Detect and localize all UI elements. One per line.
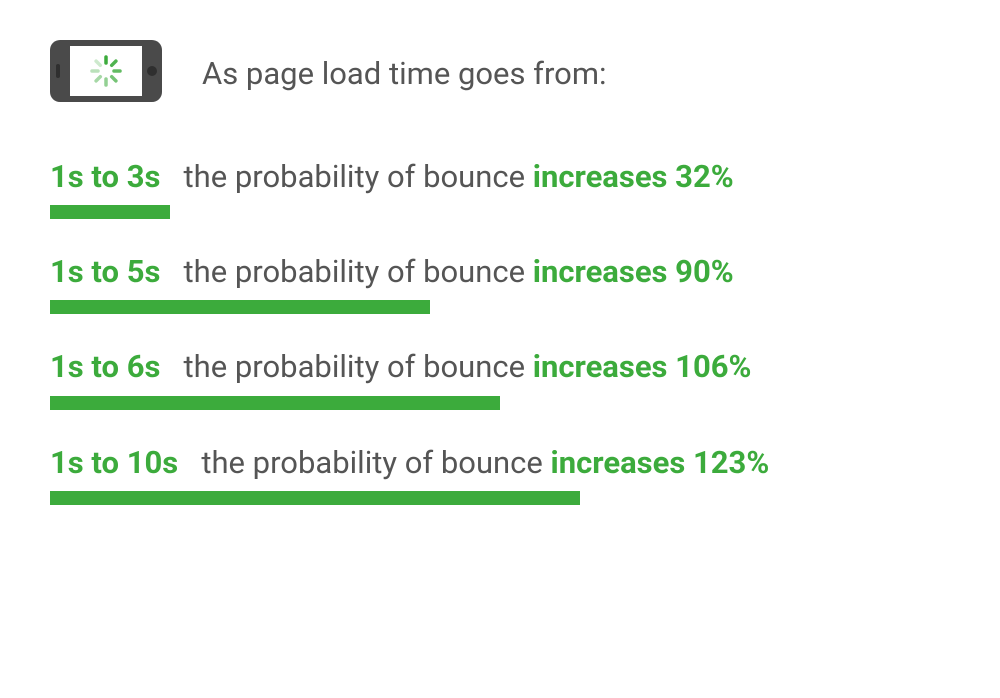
- chart-row: 1s to 3s the probability of bounce incre…: [50, 158, 950, 219]
- row-label: 1s to 3s the probability of bounce incre…: [50, 158, 950, 195]
- chart-bar: [50, 491, 580, 505]
- row-middle-text: the probability of bounce: [184, 253, 526, 290]
- row-increase: increases 32%: [533, 158, 734, 195]
- row-label: 1s to 6s the probability of bounce incre…: [50, 348, 950, 385]
- chart-rows: 1s to 3s the probability of bounce incre…: [50, 158, 950, 505]
- time-range: 1s to 10s: [50, 444, 178, 481]
- row-label: 1s to 5s the probability of bounce incre…: [50, 253, 950, 290]
- time-range: 1s to 5s: [50, 253, 160, 290]
- chart-bar: [50, 300, 430, 314]
- chart-bar: [50, 205, 170, 219]
- header-text: As page load time goes from:: [202, 55, 607, 92]
- chart-row: 1s to 6s the probability of bounce incre…: [50, 348, 950, 409]
- chart-row: 1s to 5s the probability of bounce incre…: [50, 253, 950, 314]
- header: As page load time goes from:: [50, 36, 950, 110]
- row-increase: increases 123%: [551, 444, 770, 481]
- row-middle-text: the probability of bounce: [184, 158, 526, 195]
- time-range: 1s to 3s: [50, 158, 160, 195]
- row-middle-text: the probability of bounce: [184, 348, 526, 385]
- row-middle-text: the probability of bounce: [201, 444, 543, 481]
- phone-loading-icon: [50, 36, 162, 110]
- chart-bar: [50, 396, 500, 410]
- chart-row: 1s to 10s the probability of bounce incr…: [50, 444, 950, 505]
- row-increase: increases 90%: [533, 253, 734, 290]
- time-range: 1s to 6s: [50, 348, 160, 385]
- row-increase: increases 106%: [533, 348, 752, 385]
- row-label: 1s to 10s the probability of bounce incr…: [50, 444, 950, 481]
